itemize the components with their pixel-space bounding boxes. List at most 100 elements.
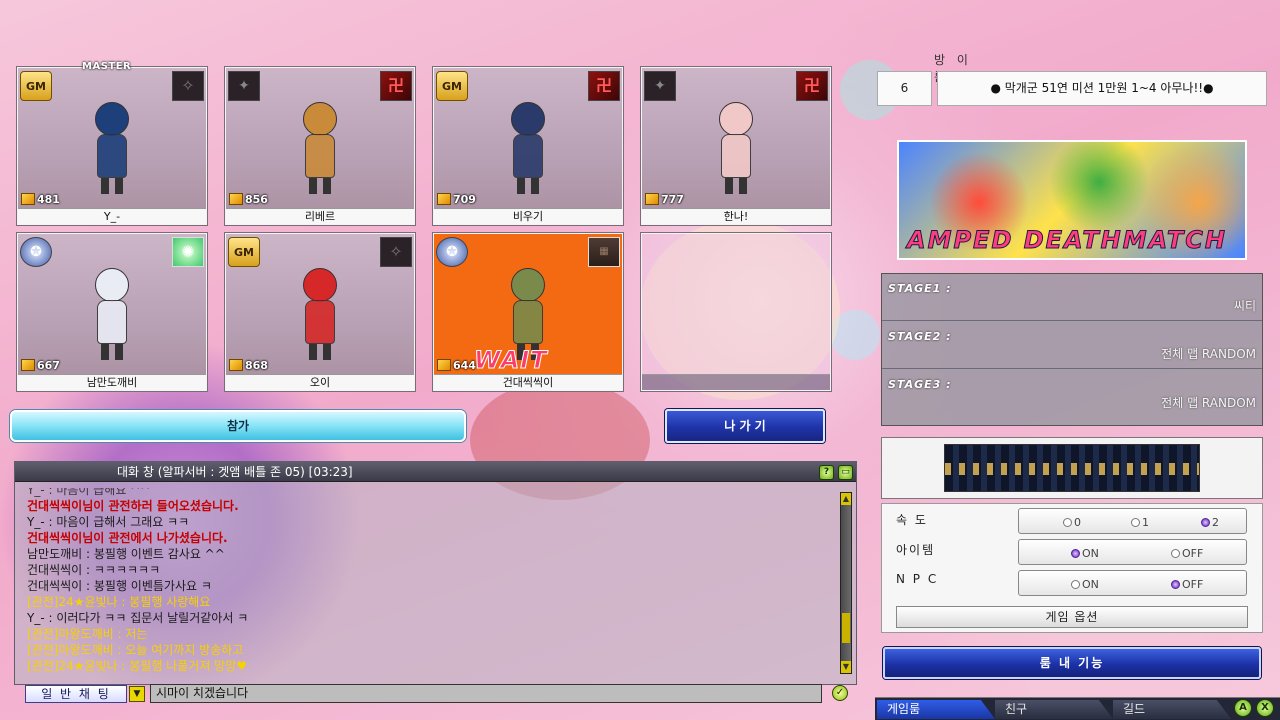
chat-mode-select[interactable]: 일 반 채 팅	[25, 685, 127, 703]
gm-icon: GM	[228, 237, 260, 267]
chat-message: Y_- : 마음이 급해요 ^^	[27, 488, 151, 497]
chat-message: Y_- : 이러다가 ㅋㅋ 집문서 날릴거같아서 ㅋ	[27, 611, 249, 625]
stage-row-1[interactable]: STAGE1 : 씨티	[882, 274, 1262, 321]
photo-emblem-icon: ▦	[588, 237, 620, 267]
player-name: 건대씩씩이	[434, 374, 622, 390]
rank-badge-icon: ✪	[20, 237, 52, 267]
rank-badge-icon: ✦	[644, 71, 676, 101]
map-name: AMPED DEATHMATCH	[907, 226, 1227, 255]
level-icon	[645, 193, 659, 205]
speed-radio-1[interactable]: 1	[1131, 515, 1149, 529]
stage-row-2[interactable]: STAGE2 : 전체 맵 RANDOM	[882, 322, 1262, 369]
scroll-down-icon[interactable]: ▼	[841, 661, 851, 673]
chat-message: [관전]마왕도깨비 : 오늘 여기까지 방송하고	[27, 643, 244, 657]
room-function-button[interactable]: 룸 내 기능	[883, 647, 1261, 679]
rank-badge-icon: ✦	[228, 71, 260, 101]
chat-message: 남만도깨비 : 봉필행 이벤트 감사요 ^^	[27, 547, 225, 561]
tab-guild[interactable]: 길드	[1113, 700, 1231, 719]
stage-list: STAGE1 : 씨티 STAGE2 : 전체 맵 RANDOM STAGE3 …	[881, 273, 1263, 426]
chat-title: 대화 창 (알파서버 : 겟앰 배틀 존 05) [03:23]	[15, 462, 856, 482]
auto-icon[interactable]: A	[1234, 699, 1252, 717]
exit-button[interactable]: 나 가 기	[665, 409, 825, 443]
level-icon	[229, 193, 243, 205]
chat-log: Y_- : 마음이 급해요 ^^ 건대씩씩이님이 관전하러 들어오셨습니다. Y_-…	[27, 488, 837, 674]
scroll-thumb[interactable]	[842, 613, 850, 643]
player-name: 리베르	[226, 208, 414, 224]
red-emblem-icon: 卍	[380, 71, 412, 101]
tab-game-room[interactable]: 게임룸	[877, 700, 995, 719]
map-preview	[944, 444, 1200, 492]
player-name: 한나!	[642, 208, 830, 224]
character-avatar	[95, 102, 129, 194]
red-emblem-icon: 卍	[588, 71, 620, 101]
gm-icon: GM	[20, 71, 52, 101]
speed-radio-0[interactable]: 0	[1063, 515, 1081, 529]
speed-label: 속 도	[896, 513, 928, 527]
npc-radio-on[interactable]: ON	[1071, 577, 1099, 591]
game-options-panel: 속 도 0 1 2 아이템 ON OFF N P C ON OFF 게임 옵션	[881, 503, 1263, 633]
chat-minimize-icon[interactable]: ▭	[838, 465, 853, 480]
chat-input[interactable]: 시마이 치겠습니다	[150, 684, 822, 703]
green-orb-emblem-icon: ✺	[172, 237, 204, 267]
player-slot[interactable]: GM 卍 709 비우기	[433, 67, 623, 225]
level-icon	[229, 359, 243, 371]
close-icon[interactable]: X	[1256, 699, 1274, 717]
player-level: 644	[437, 358, 476, 372]
map-preview-panel	[881, 437, 1263, 499]
speed-radio-2[interactable]: 2	[1201, 515, 1219, 529]
item-label: 아이템	[896, 543, 936, 557]
npc-label: N P C	[896, 572, 939, 586]
player-level: 481	[21, 192, 60, 206]
stage-label: STAGE2 :	[888, 330, 952, 343]
red-emblem-icon: 卍	[796, 71, 828, 101]
player-name: 남만도깨비	[18, 374, 206, 390]
character-avatar	[303, 268, 337, 360]
chat-message: 건대씩씩이 : 봉필행 이벤틈가사요 ㅋ	[27, 579, 212, 593]
player-slot[interactable]: ✦ 卍 777 한나!	[641, 67, 831, 225]
player-slot[interactable]: ✪ ✺ 667 남만도깨비	[17, 233, 207, 391]
player-level: 856	[229, 192, 268, 206]
level-icon	[21, 193, 35, 205]
send-icon[interactable]: ✓	[832, 685, 848, 701]
bottom-tab-bar: 게임룸 친구 길드	[875, 697, 1280, 720]
master-label: MASTER	[82, 61, 132, 72]
chevron-down-icon[interactable]: ▼	[129, 686, 145, 702]
player-level: 667	[21, 358, 60, 372]
join-button[interactable]: 참가	[10, 410, 466, 442]
stage-value: 씨티	[1233, 299, 1256, 313]
scroll-up-icon[interactable]: ▲	[841, 493, 851, 505]
player-level: 777	[645, 192, 684, 206]
blade-emblem-icon: ✧	[380, 237, 412, 267]
item-radio-on[interactable]: ON	[1071, 546, 1099, 560]
chat-message: 건대씩씩이님이 관전하러 들어오셨습니다.	[27, 499, 239, 513]
player-level: 868	[229, 358, 268, 372]
game-options-button[interactable]: 게임 옵션	[896, 606, 1248, 628]
map-banner[interactable]: AMPED DEATHMATCH	[897, 140, 1247, 260]
chat-message: 건대씩씩이님이 관전에서 나가셨습니다.	[27, 531, 228, 545]
rank-badge-icon: ✪	[436, 237, 468, 267]
player-slot[interactable]: ✦ 卍 856 리베르	[225, 67, 415, 225]
player-slot[interactable]: GM ✧ 481 Y_-	[17, 67, 207, 225]
level-icon	[437, 359, 451, 371]
wait-status: WAIT	[474, 346, 548, 375]
npc-radio-off[interactable]: OFF	[1171, 577, 1203, 591]
character-avatar	[95, 268, 129, 360]
player-name: 비우기	[434, 208, 622, 224]
chat-message: [관전]마왕도깨비 : 저는	[27, 627, 148, 641]
speed-radio-group: 0 1 2	[1018, 508, 1247, 534]
item-radio-off[interactable]: OFF	[1171, 546, 1203, 560]
stage-label: STAGE1 :	[888, 282, 952, 295]
player-slot[interactable]: ✪ ▦ 644 WAIT 건대씩씩이	[433, 233, 623, 391]
stage-label: STAGE3 :	[888, 378, 952, 391]
chat-scrollbar[interactable]: ▲ ▼	[840, 492, 852, 674]
item-radio-group: ON OFF	[1018, 539, 1247, 565]
tab-friends[interactable]: 친구	[995, 700, 1113, 719]
chat-message: [관전]24★윤빛나 : 봉필행 사랑해요	[27, 595, 211, 609]
chat-help-icon[interactable]: ?	[819, 465, 834, 480]
player-slot[interactable]: GM ✧ 868 오이	[225, 233, 415, 391]
player-slot[interactable]	[641, 233, 831, 391]
npc-radio-group: ON OFF	[1018, 570, 1247, 596]
stage-row-3[interactable]: STAGE3 : 전체 맵 RANDOM	[882, 370, 1262, 417]
character-avatar	[719, 102, 753, 194]
player-name: Y_-	[18, 208, 206, 224]
